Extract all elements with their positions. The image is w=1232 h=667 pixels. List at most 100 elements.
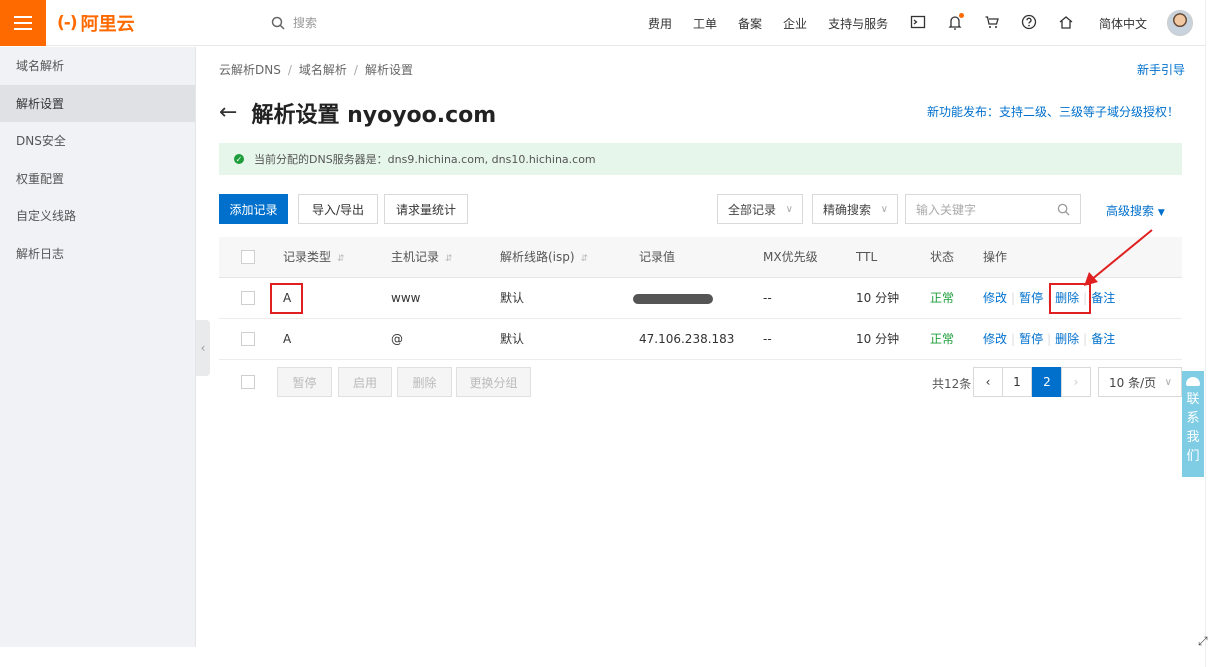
select-all-checkbox[interactable] bbox=[241, 250, 255, 264]
terminal-icon[interactable] bbox=[909, 13, 927, 31]
host-record: @ bbox=[391, 332, 403, 346]
page-1-button[interactable]: 1 bbox=[1002, 367, 1032, 397]
page-2-button[interactable]: 2 bbox=[1032, 367, 1062, 397]
record-filter-select[interactable]: 全部记录 ∨ bbox=[717, 194, 803, 224]
scrollbar-track[interactable] bbox=[1205, 0, 1232, 667]
bell-icon[interactable] bbox=[946, 13, 964, 31]
pause-action[interactable]: 暂停 bbox=[1019, 332, 1043, 346]
aliyun-logo[interactable]: (-) 阿里云 bbox=[57, 12, 135, 35]
search-mode-select[interactable]: 精确搜索 ∨ bbox=[812, 194, 898, 224]
sidebar-item-dns-security[interactable]: DNS安全 bbox=[0, 122, 195, 160]
action-sep: | bbox=[1083, 332, 1088, 346]
remark-action[interactable]: 备注 bbox=[1091, 332, 1115, 346]
import-export-button[interactable]: 导入/导出 bbox=[298, 194, 378, 224]
request-stats-button[interactable]: 请求量统计 bbox=[384, 194, 468, 224]
breadcrumb-item[interactable]: 云解析DNS bbox=[219, 63, 281, 77]
mx-priority: -- bbox=[763, 291, 772, 305]
search-icon[interactable] bbox=[1057, 203, 1070, 216]
notification-dot bbox=[959, 13, 964, 18]
annotation-arrow-icon bbox=[1084, 229, 1153, 286]
sidebar: 域名解析 解析设置 DNS安全 权重配置 自定义线路 解析日志 bbox=[0, 47, 196, 647]
global-search[interactable]: 搜索 bbox=[271, 14, 317, 31]
chevron-down-icon: ∨ bbox=[880, 204, 888, 215]
resolve-line: 默认 bbox=[500, 291, 525, 305]
bulk-delete-button[interactable]: 删除 bbox=[397, 367, 452, 397]
top-bar: (-) 阿里云 搜索 费用 工单 备案 企业 支持与服务 简体中文 bbox=[0, 0, 1205, 46]
sort-icon: ⇵ bbox=[580, 254, 589, 264]
sidebar-item-dns-settings[interactable]: 解析设置 bbox=[0, 84, 195, 122]
host-record: www bbox=[391, 291, 421, 305]
prev-page-button[interactable]: ‹ bbox=[973, 367, 1003, 397]
bulk-pause-button[interactable]: 暂停 bbox=[277, 367, 332, 397]
expand-icon[interactable]: ⤢ bbox=[1198, 634, 1208, 649]
keyword-search-input[interactable]: 输入关键字 bbox=[905, 194, 1081, 224]
sort-icon: ⇵ bbox=[337, 254, 345, 264]
language-switch[interactable]: 简体中文 bbox=[1099, 15, 1147, 32]
toolbar: 添加记录 导入/导出 请求量统计 全部记录 ∨ 精确搜索 ∨ 输入关键字 高级搜… bbox=[219, 194, 1185, 226]
delete-action[interactable]: 删除 bbox=[1055, 332, 1079, 346]
pause-action[interactable]: 暂停 bbox=[1019, 291, 1043, 305]
row-actions: 修改 | 暂停 | 删除 | 备注 bbox=[983, 319, 1115, 360]
cart-icon[interactable] bbox=[983, 13, 1001, 31]
dns-server-text: 当前分配的DNS服务器是：dns9.hichina.com, dns10.hic… bbox=[254, 153, 596, 166]
nav-enterprise[interactable]: 企业 bbox=[783, 15, 807, 32]
mx-priority: -- bbox=[763, 332, 772, 346]
col-record-type-label: 记录类型 bbox=[283, 250, 332, 264]
col-line[interactable]: 解析线路(isp) ⇵ bbox=[500, 237, 588, 278]
action-sep: | bbox=[1011, 332, 1016, 346]
sidebar-collapse-handle[interactable]: ‹ bbox=[196, 320, 210, 376]
chevron-down-icon: ∨ bbox=[785, 204, 793, 215]
beginner-guide-link[interactable]: 新手引导 bbox=[1137, 61, 1185, 78]
keyword-placeholder: 输入关键字 bbox=[916, 202, 977, 217]
next-page-button[interactable]: › bbox=[1061, 367, 1091, 397]
breadcrumb-item: 解析设置 bbox=[364, 63, 413, 77]
edit-action[interactable]: 修改 bbox=[983, 291, 1007, 305]
home-icon[interactable] bbox=[1057, 13, 1075, 31]
edit-action[interactable]: 修改 bbox=[983, 332, 1007, 346]
col-mx: MX优先级 bbox=[763, 250, 818, 264]
record-status: 正常 bbox=[930, 332, 955, 346]
search-mode-value: 精确搜索 bbox=[823, 202, 872, 217]
advanced-search-toggle[interactable]: 高级搜索 ▼ bbox=[1106, 202, 1165, 219]
contact-us-button[interactable]: 联 系 我 们 bbox=[1182, 371, 1204, 477]
page-size-select[interactable]: 10 条/页 ∨ bbox=[1098, 367, 1182, 397]
menu-icon[interactable] bbox=[0, 0, 46, 46]
annotation-box-record-type bbox=[270, 283, 303, 314]
logo-text: 阿里云 bbox=[80, 14, 135, 35]
nav-icp[interactable]: 备案 bbox=[738, 15, 762, 32]
change-group-button[interactable]: 更换分组 bbox=[456, 367, 531, 397]
nav-billing[interactable]: 费用 bbox=[648, 15, 672, 32]
table-row: A @ 默认 47.106.238.183 -- 10 分钟 正常 修改 | 暂停 |… bbox=[219, 319, 1182, 360]
sidebar-item-domain-dns[interactable]: 域名解析 bbox=[0, 47, 195, 85]
sidebar-item-weight-config[interactable]: 权重配置 bbox=[0, 160, 195, 198]
record-value: 47.106.238.183 bbox=[639, 332, 735, 346]
breadcrumb-item[interactable]: 域名解析 bbox=[299, 63, 347, 77]
sidebar-item-custom-line[interactable]: 自定义线路 bbox=[0, 197, 195, 235]
user-avatar[interactable] bbox=[1167, 10, 1193, 36]
row-checkbox[interactable] bbox=[241, 291, 255, 305]
help-icon[interactable] bbox=[1020, 13, 1038, 31]
bulk-enable-button[interactable]: 启用 bbox=[338, 367, 392, 397]
footer-select-all-checkbox[interactable] bbox=[241, 375, 255, 389]
page-size-value: 10 条/页 bbox=[1109, 375, 1157, 390]
breadcrumb: 云解析DNS / 域名解析 / 解析设置 bbox=[219, 61, 413, 78]
page-title: ← 解析设置 nyoyoo.com bbox=[219, 97, 496, 129]
breadcrumb-sep: / bbox=[353, 63, 358, 77]
back-arrow-icon[interactable]: ← bbox=[219, 102, 237, 124]
advanced-search-label: 高级搜索 bbox=[1106, 204, 1155, 218]
row-checkbox[interactable] bbox=[241, 332, 255, 346]
chevron-right-icon: › bbox=[1073, 375, 1079, 389]
sidebar-item-dns-log[interactable]: 解析日志 bbox=[0, 235, 195, 273]
logo-mark: (-) bbox=[57, 13, 78, 33]
caret-down-icon: ▼ bbox=[1157, 208, 1165, 218]
col-host[interactable]: 主机记录 ⇵ bbox=[391, 237, 453, 278]
col-record-type[interactable]: 记录类型 ⇵ bbox=[283, 237, 345, 278]
new-feature-link[interactable]: 新功能发布：支持二级、三级等子域分级授权！ bbox=[927, 103, 1179, 120]
record-filter-value: 全部记录 bbox=[728, 202, 777, 217]
contact-char: 们 bbox=[1186, 449, 1200, 464]
total-count: 共12条 bbox=[932, 377, 972, 391]
nav-support[interactable]: 支持与服务 bbox=[828, 15, 888, 32]
nav-tickets[interactable]: 工单 bbox=[693, 15, 717, 32]
add-record-button[interactable]: 添加记录 bbox=[219, 194, 288, 224]
remark-action[interactable]: 备注 bbox=[1091, 291, 1115, 305]
